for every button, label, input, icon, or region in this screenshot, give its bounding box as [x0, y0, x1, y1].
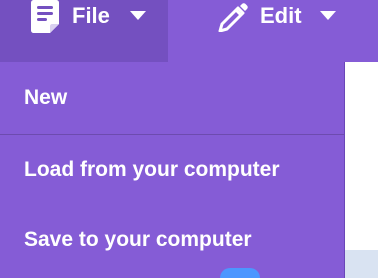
file-menu-button[interactable]: File	[0, 0, 168, 62]
file-icon	[31, 0, 59, 33]
menu-bar: File Edit	[0, 0, 378, 62]
menu-divider	[0, 134, 344, 135]
menu-item-new[interactable]: New	[0, 86, 344, 110]
background-panel	[345, 62, 378, 278]
edit-menu-button[interactable]: Edit	[190, 0, 360, 62]
background-block-fragment	[220, 268, 260, 278]
background-panel-lower	[345, 250, 378, 278]
caret-down-icon	[130, 11, 146, 20]
caret-down-icon	[320, 11, 336, 20]
file-dropdown-menu: New Load from your computer Save to your…	[0, 62, 345, 278]
edit-menu-label: Edit	[260, 3, 302, 28]
menu-item-load-from-computer[interactable]: Load from your computer	[0, 158, 344, 182]
menu-item-save-to-computer[interactable]: Save to your computer	[0, 228, 344, 252]
file-menu-label: File	[72, 3, 110, 28]
pencil-icon	[218, 3, 248, 32]
